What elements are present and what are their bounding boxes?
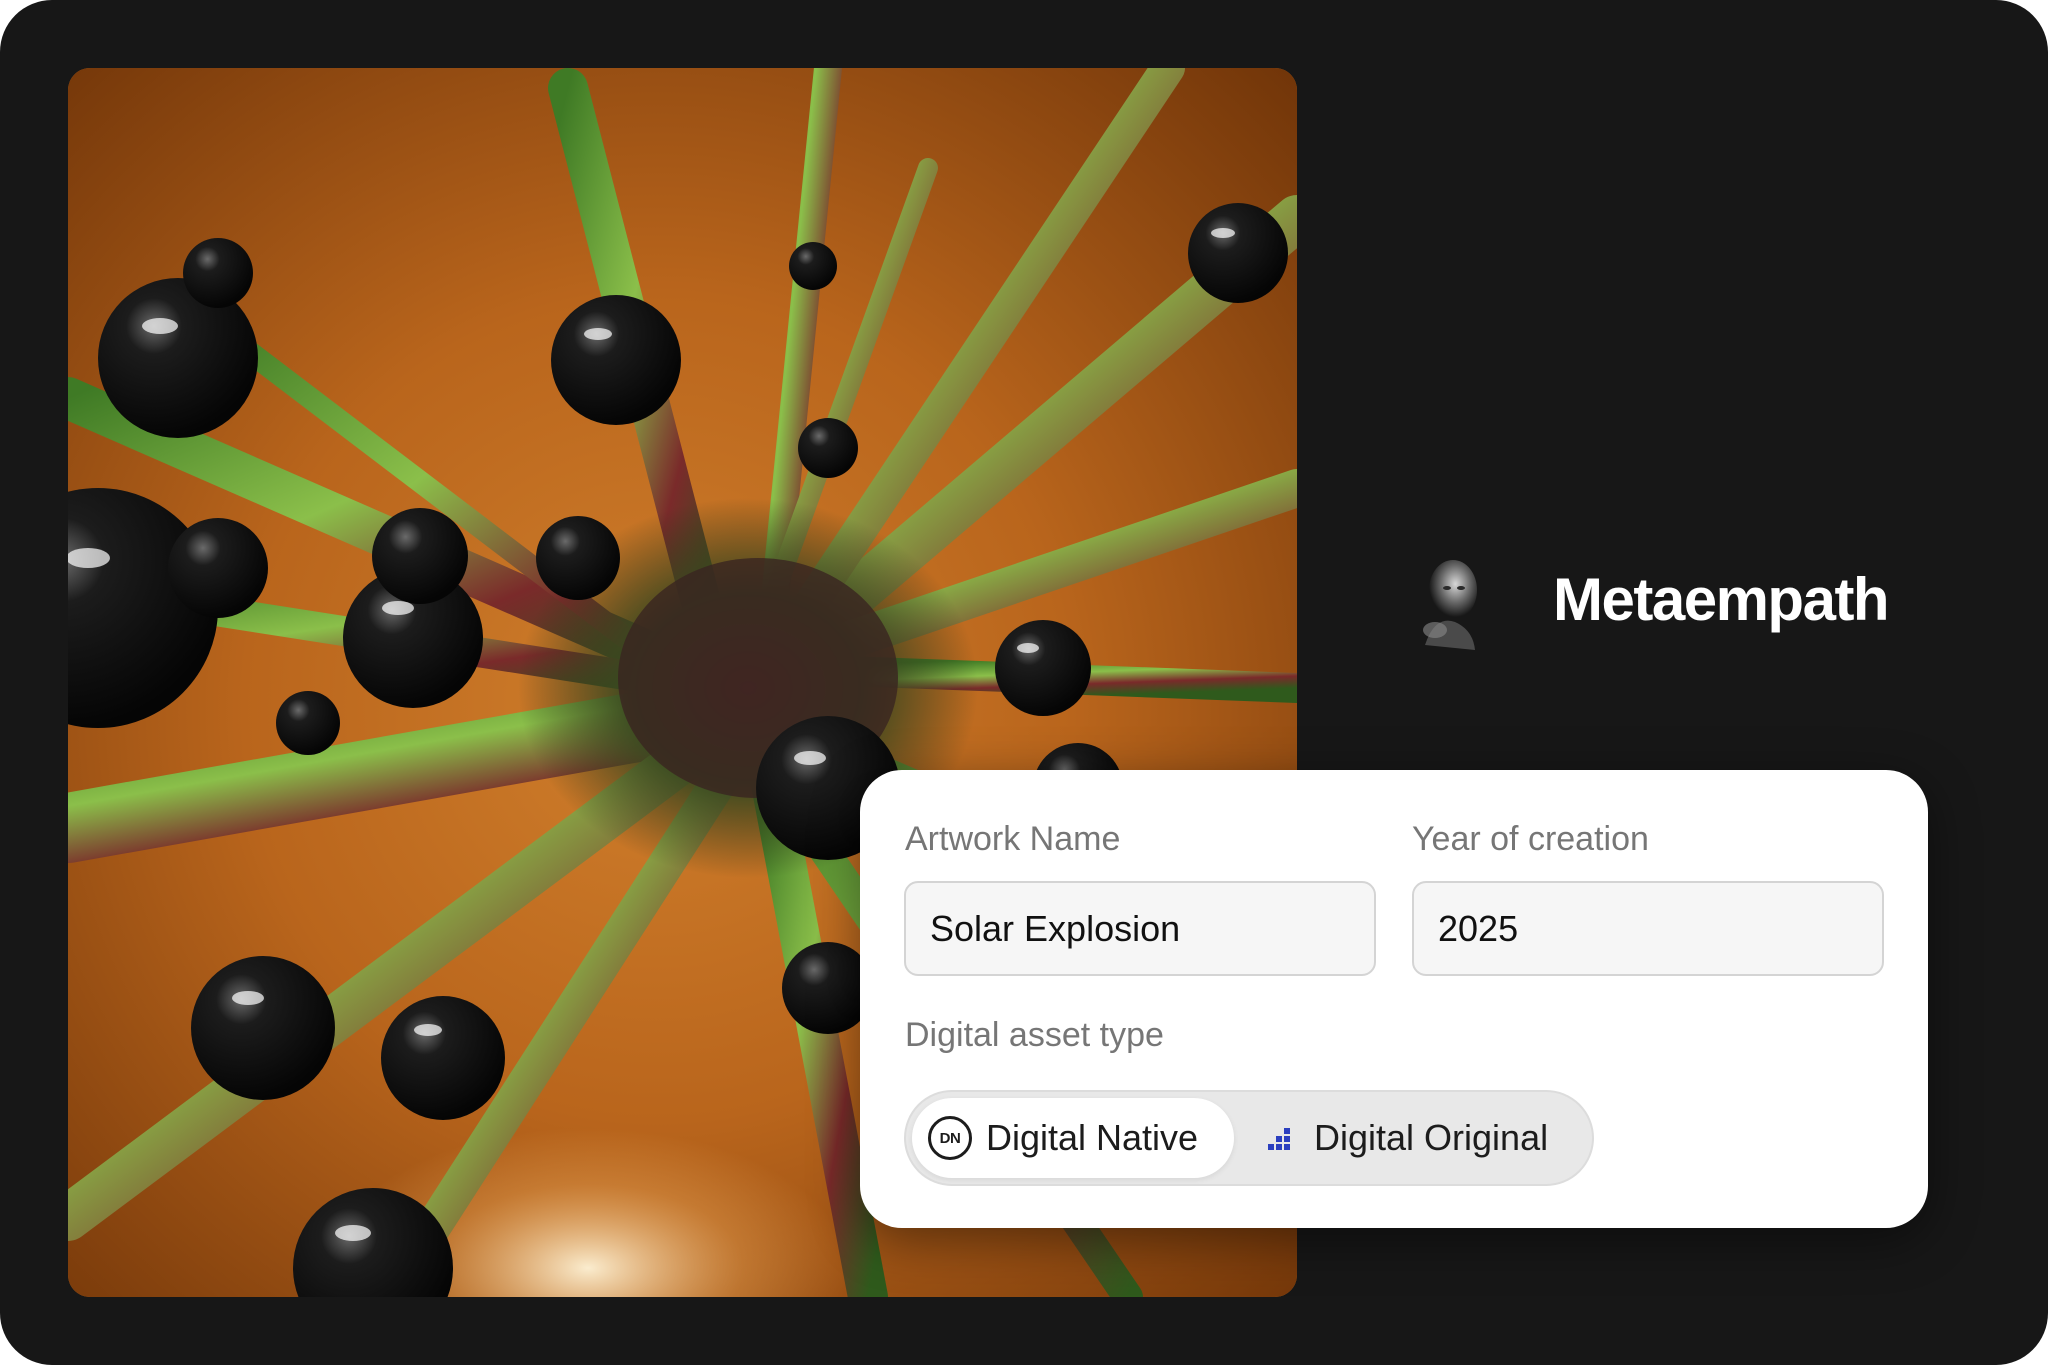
option-digital-native-label: Digital Native <box>986 1117 1199 1158</box>
artwork-name-input[interactable]: Solar Explosion <box>904 881 1376 976</box>
digital-asset-type-label: Digital asset type <box>905 1016 1164 1054</box>
digital-asset-type-toggle: DN Digital Native Digital Original <box>904 1090 1594 1186</box>
artwork-name-label: Artwork Name <box>905 820 1121 858</box>
option-digital-native[interactable]: DN Digital Native <box>912 1098 1234 1178</box>
year-of-creation-input[interactable]: 2025 <box>1412 881 1884 976</box>
year-of-creation-label: Year of creation <box>1412 820 1649 858</box>
artist-header: Metaempath <box>1395 550 1890 650</box>
artist-avatar[interactable] <box>1395 550 1495 650</box>
pixel-bars-icon <box>1262 1124 1290 1152</box>
option-digital-original-label: Digital Original <box>1314 1117 1549 1158</box>
artist-name[interactable]: Metaempath <box>1553 570 1890 630</box>
dn-badge-icon: DN <box>928 1116 972 1160</box>
artwork-details-card: Artwork Name Solar Explosion Year of cre… <box>860 770 1928 1228</box>
option-digital-original[interactable]: Digital Original <box>1236 1098 1588 1178</box>
app-frame: Metaempath Artwork Name Solar Explosion … <box>0 0 2048 1365</box>
